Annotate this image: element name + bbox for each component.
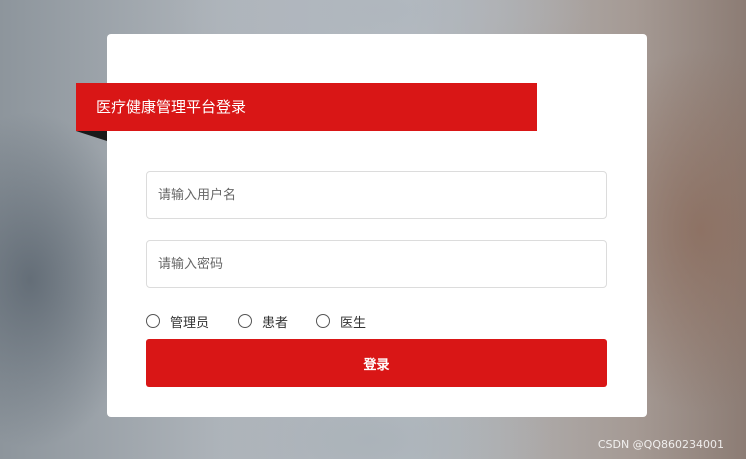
login-title-banner: 医疗健康管理平台登录 xyxy=(76,83,537,131)
login-button[interactable]: 登录 xyxy=(146,339,607,387)
role-radio-group: 管理员 患者 医生 xyxy=(146,311,395,331)
username-input[interactable] xyxy=(146,171,607,219)
page-title: 医疗健康管理平台登录 xyxy=(96,98,247,116)
banner-fold-shadow xyxy=(76,131,107,141)
role-label-admin: 管理员 xyxy=(170,315,210,331)
role-label-patient: 患者 xyxy=(262,315,289,331)
radio-circle-icon[interactable] xyxy=(146,314,160,328)
radio-circle-icon[interactable] xyxy=(316,314,331,328)
role-option-doctor[interactable]: 医生 xyxy=(316,312,366,331)
login-page: 医疗健康管理平台登录 管理员 患者 医生 登录 CSDN @QQ86023400… xyxy=(0,0,746,459)
role-option-patient[interactable]: 患者 xyxy=(238,312,288,331)
radio-circle-icon[interactable] xyxy=(238,314,253,328)
watermark-text: CSDN @QQ860234001 xyxy=(597,438,724,451)
password-input[interactable] xyxy=(146,240,607,288)
role-option-admin[interactable]: 管理员 xyxy=(146,312,209,331)
role-label-doctor: 医生 xyxy=(340,315,367,331)
